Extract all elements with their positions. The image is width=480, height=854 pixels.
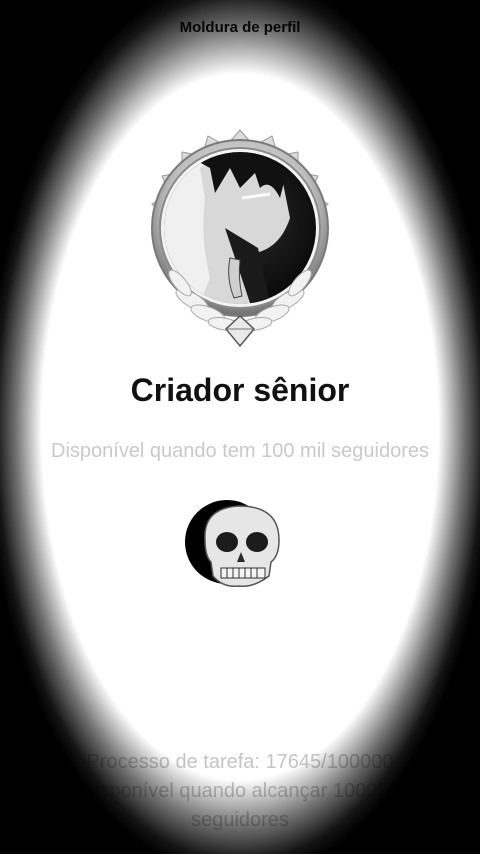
progress-label: Processo de tarefa: 17645/100000 — [86, 751, 394, 773]
task-condition: Disponível quando alcançar 100000 seguid… — [80, 780, 400, 831]
page-title: Moldura de perfil — [179, 19, 301, 36]
profile-frame-preview — [130, 128, 350, 350]
app-header: Moldura de perfil — [0, 0, 480, 56]
frame-description: Disponível quando tem 100 mil seguidores — [51, 440, 429, 462]
frame-name: Criador sênior — [130, 372, 350, 408]
task-progress-section: Processo de tarefa: 17645/100000 Disponí… — [40, 748, 440, 835]
skull-icon — [183, 500, 287, 590]
